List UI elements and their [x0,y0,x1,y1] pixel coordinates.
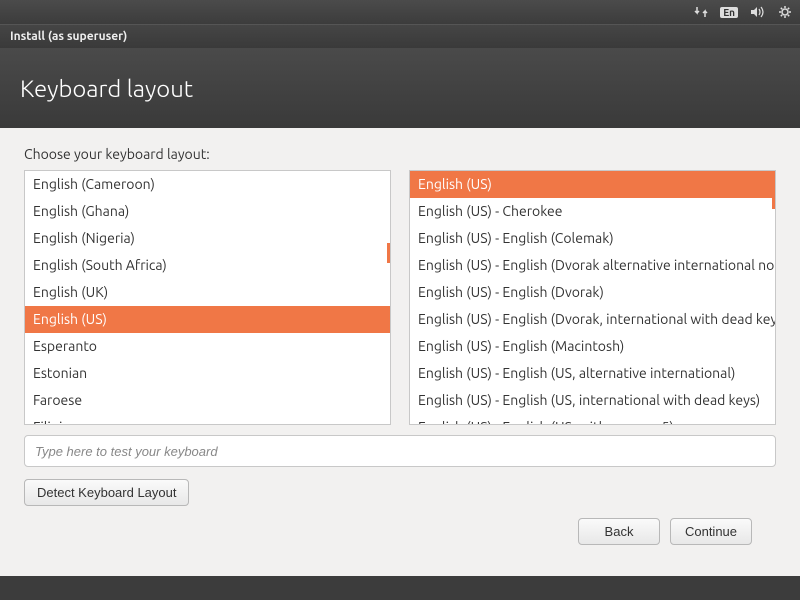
layout-lists: English (Cameroon)English (Ghana)English… [24,170,776,425]
footer-buttons: Back Continue [24,506,776,545]
list-item[interactable]: English (South Africa) [25,252,390,279]
page-title: Keyboard layout [20,75,193,102]
continue-button[interactable]: Continue [670,518,752,545]
bottom-bar [0,576,800,600]
detect-layout-button[interactable]: Detect Keyboard Layout [24,479,189,506]
network-icon[interactable] [694,5,708,19]
keyboard-indicator[interactable]: En [720,7,738,18]
page-header: Keyboard layout [0,48,800,128]
list-item[interactable]: English (US) - English (US, alternative … [410,360,775,387]
list-item[interactable]: English (US) - English (Dvorak, internat… [410,306,775,333]
language-listbox[interactable]: English (Cameroon)English (Ghana)English… [24,170,391,425]
back-button[interactable]: Back [578,518,660,545]
list-item[interactable]: English (Nigeria) [25,225,390,252]
variant-listbox[interactable]: English (US)English (US) - CherokeeEngli… [409,170,776,425]
list-item[interactable]: English (US) - English (Macintosh) [410,333,775,360]
list-item[interactable]: Estonian [25,360,390,387]
keyboard-test-input[interactable] [24,435,776,467]
choose-layout-label: Choose your keyboard layout: [24,146,776,162]
content-area: Choose your keyboard layout: English (Ca… [0,128,800,576]
list-item[interactable]: English (US) [25,306,390,333]
list-item[interactable]: Filipino [25,414,390,425]
scrollbar-thumb[interactable] [772,171,776,209]
list-item[interactable]: Faroese [25,387,390,414]
list-item[interactable]: Esperanto [25,333,390,360]
list-item[interactable]: English (US) - English (US, internationa… [410,387,775,414]
window-titlebar: Install (as superuser) [0,24,800,48]
list-item[interactable]: English (US) - English (Dvorak) [410,279,775,306]
gear-icon[interactable] [778,5,792,19]
window-title: Install (as superuser) [10,30,127,43]
list-item[interactable]: English (UK) [25,279,390,306]
scrollbar-thumb[interactable] [387,243,391,263]
list-item[interactable]: English (Cameroon) [25,171,390,198]
list-item[interactable]: English (US) [410,171,775,198]
system-topbar: En [0,0,800,24]
volume-icon[interactable] [750,5,766,19]
list-item[interactable]: English (US) - English (US, with euro on… [410,414,775,425]
list-item[interactable]: English (US) - English (Colemak) [410,225,775,252]
list-item[interactable]: English (US) - Cherokee [410,198,775,225]
list-item[interactable]: English (Ghana) [25,198,390,225]
list-item[interactable]: English (US) - English (Dvorak alternati… [410,252,775,279]
